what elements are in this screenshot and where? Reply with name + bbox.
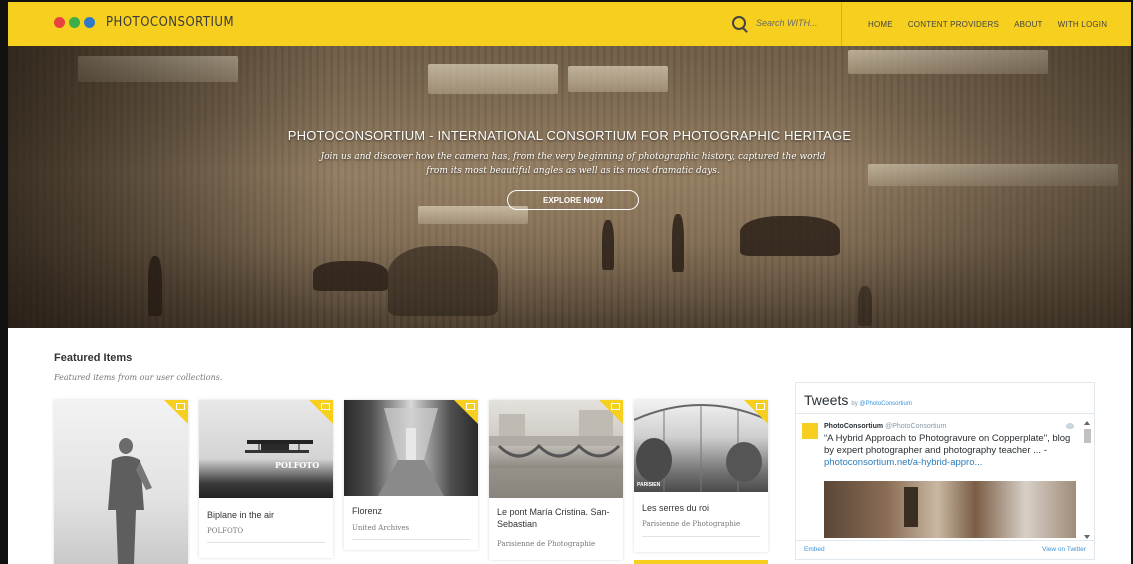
collection-icon (176, 403, 185, 410)
nav-content-providers[interactable]: CONTENT PROVIDERS (908, 20, 999, 29)
statue-image (108, 438, 152, 564)
featured-card-2[interactable]: Florenz United Archives (344, 400, 478, 550)
card-divider (642, 536, 760, 537)
scroll-down-icon[interactable] (1084, 535, 1090, 539)
site-logo[interactable]: PHOTOCONSORTIUM (54, 15, 234, 30)
tweets-footer-divider (796, 540, 1094, 541)
collection-icon (756, 403, 765, 410)
search-icon[interactable] (732, 16, 746, 30)
search-input[interactable] (754, 17, 838, 29)
hero-banner: PHOTOCONSORTIUM - INTERNATIONAL CONSORTI… (8, 46, 1131, 328)
hero-subtitle: Join us and discover how the camera has,… (320, 152, 826, 176)
card-thumbnail (54, 400, 188, 564)
search-box (732, 16, 838, 30)
main-nav: HOME CONTENT PROVIDERS ABOUT WITH LOGIN (868, 20, 1107, 29)
nav-home[interactable]: HOME (868, 20, 893, 29)
featured-title: Featured Items (54, 352, 133, 364)
card-title: Florenz (352, 506, 383, 516)
featured-subtitle: Featured items from our user collections… (54, 373, 223, 382)
logo-dot-red (54, 17, 65, 28)
tweet-author[interactable]: PhotoConsortium @PhotoConsortium (824, 423, 946, 430)
tweets-by-handle[interactable]: @PhotoConsortium (859, 401, 911, 407)
nav-login[interactable]: WITH LOGIN (1058, 20, 1108, 29)
logo-dot-green (69, 17, 80, 28)
featured-card-3[interactable]: Le pont María Cristina. San-Sebastian Pa… (489, 400, 623, 560)
hero-photo-awning (568, 66, 668, 92)
tweets-divider (796, 413, 1094, 414)
collection-icon (466, 403, 475, 410)
card-title: Le pont María Cristina. San-Sebastian (497, 507, 610, 529)
hero-photo-horse (740, 216, 840, 256)
tweets-header: Tweets by @PhotoConsortium (804, 392, 912, 408)
card-source: United Archives (352, 524, 410, 532)
tweet-media-image[interactable] (824, 481, 1076, 538)
scroll-up-icon[interactable] (1084, 421, 1090, 425)
featured-card-statue[interactable] (54, 400, 188, 564)
top-navigation-bar: PHOTOCONSORTIUM HOME CONTENT PROVIDERS A… (8, 2, 1131, 46)
polfoto-watermark: POLFOTO (275, 460, 320, 470)
scroll-thumb[interactable] (1083, 429, 1091, 443)
tweets-scrollbar[interactable] (1083, 419, 1091, 539)
card-divider (352, 539, 470, 540)
hero-photo-awning (428, 64, 558, 94)
hero-photo-person (672, 214, 684, 272)
twitter-timeline-widget: Tweets by @PhotoConsortium PhotoConsortiu… (795, 382, 1095, 560)
nav-divider (841, 2, 842, 46)
parisien-watermark: PARISIEN (637, 482, 661, 488)
card-source: Parisienne de Photographie (497, 540, 596, 548)
twitter-bird-icon (1066, 423, 1074, 429)
card-title: Biplane in the air (207, 510, 275, 520)
logo-dot-blue (84, 17, 95, 28)
featured-card-5-partial[interactable] (634, 560, 768, 564)
view-on-twitter-link[interactable]: View on Twitter (1042, 546, 1086, 553)
hero-photo-carriage (388, 246, 498, 316)
card-thumbnail (344, 400, 478, 496)
nav-about[interactable]: ABOUT (1014, 20, 1043, 29)
card-source: POLFOTO (207, 527, 244, 535)
collection-icon (611, 403, 620, 410)
tweet-author-handle: @PhotoConsortium (885, 423, 947, 430)
tweet-link[interactable]: photoconsortium.net/a-hybrid-appro... (824, 457, 982, 468)
card-thumbnail: POLFOTO (199, 400, 333, 498)
hero-title: PHOTOCONSORTIUM - INTERNATIONAL CONSORTI… (287, 128, 852, 143)
hero-shade-right (831, 46, 1131, 328)
card-thumbnail (489, 400, 623, 498)
card-thumbnail: PARISIEN (634, 400, 768, 492)
tweets-title: Tweets (804, 392, 849, 408)
tweets-by: by @PhotoConsortium (851, 401, 912, 407)
tweet-avatar[interactable] (802, 423, 818, 439)
tweet-text: “A Hybrid Approach to Photogravure on Co… (824, 433, 1071, 468)
logo-text: PHOTOCONSORTIUM (106, 15, 235, 30)
card-source: Parisienne de Photographie (642, 520, 741, 528)
hero-photo-person (602, 220, 614, 270)
featured-card-4[interactable]: PARISIEN Les serres du roi Parisienne de… (634, 400, 768, 552)
collection-icon (321, 403, 330, 410)
explore-now-button[interactable]: EXPLORE NOW (507, 190, 639, 210)
featured-card-1[interactable]: POLFOTO Biplane in the air POLFOTO (199, 400, 333, 558)
card-divider (207, 542, 325, 543)
embed-link[interactable]: Embed (804, 546, 825, 553)
card-title: Les serres du roi (642, 503, 710, 513)
hero-shade-left (8, 46, 338, 328)
